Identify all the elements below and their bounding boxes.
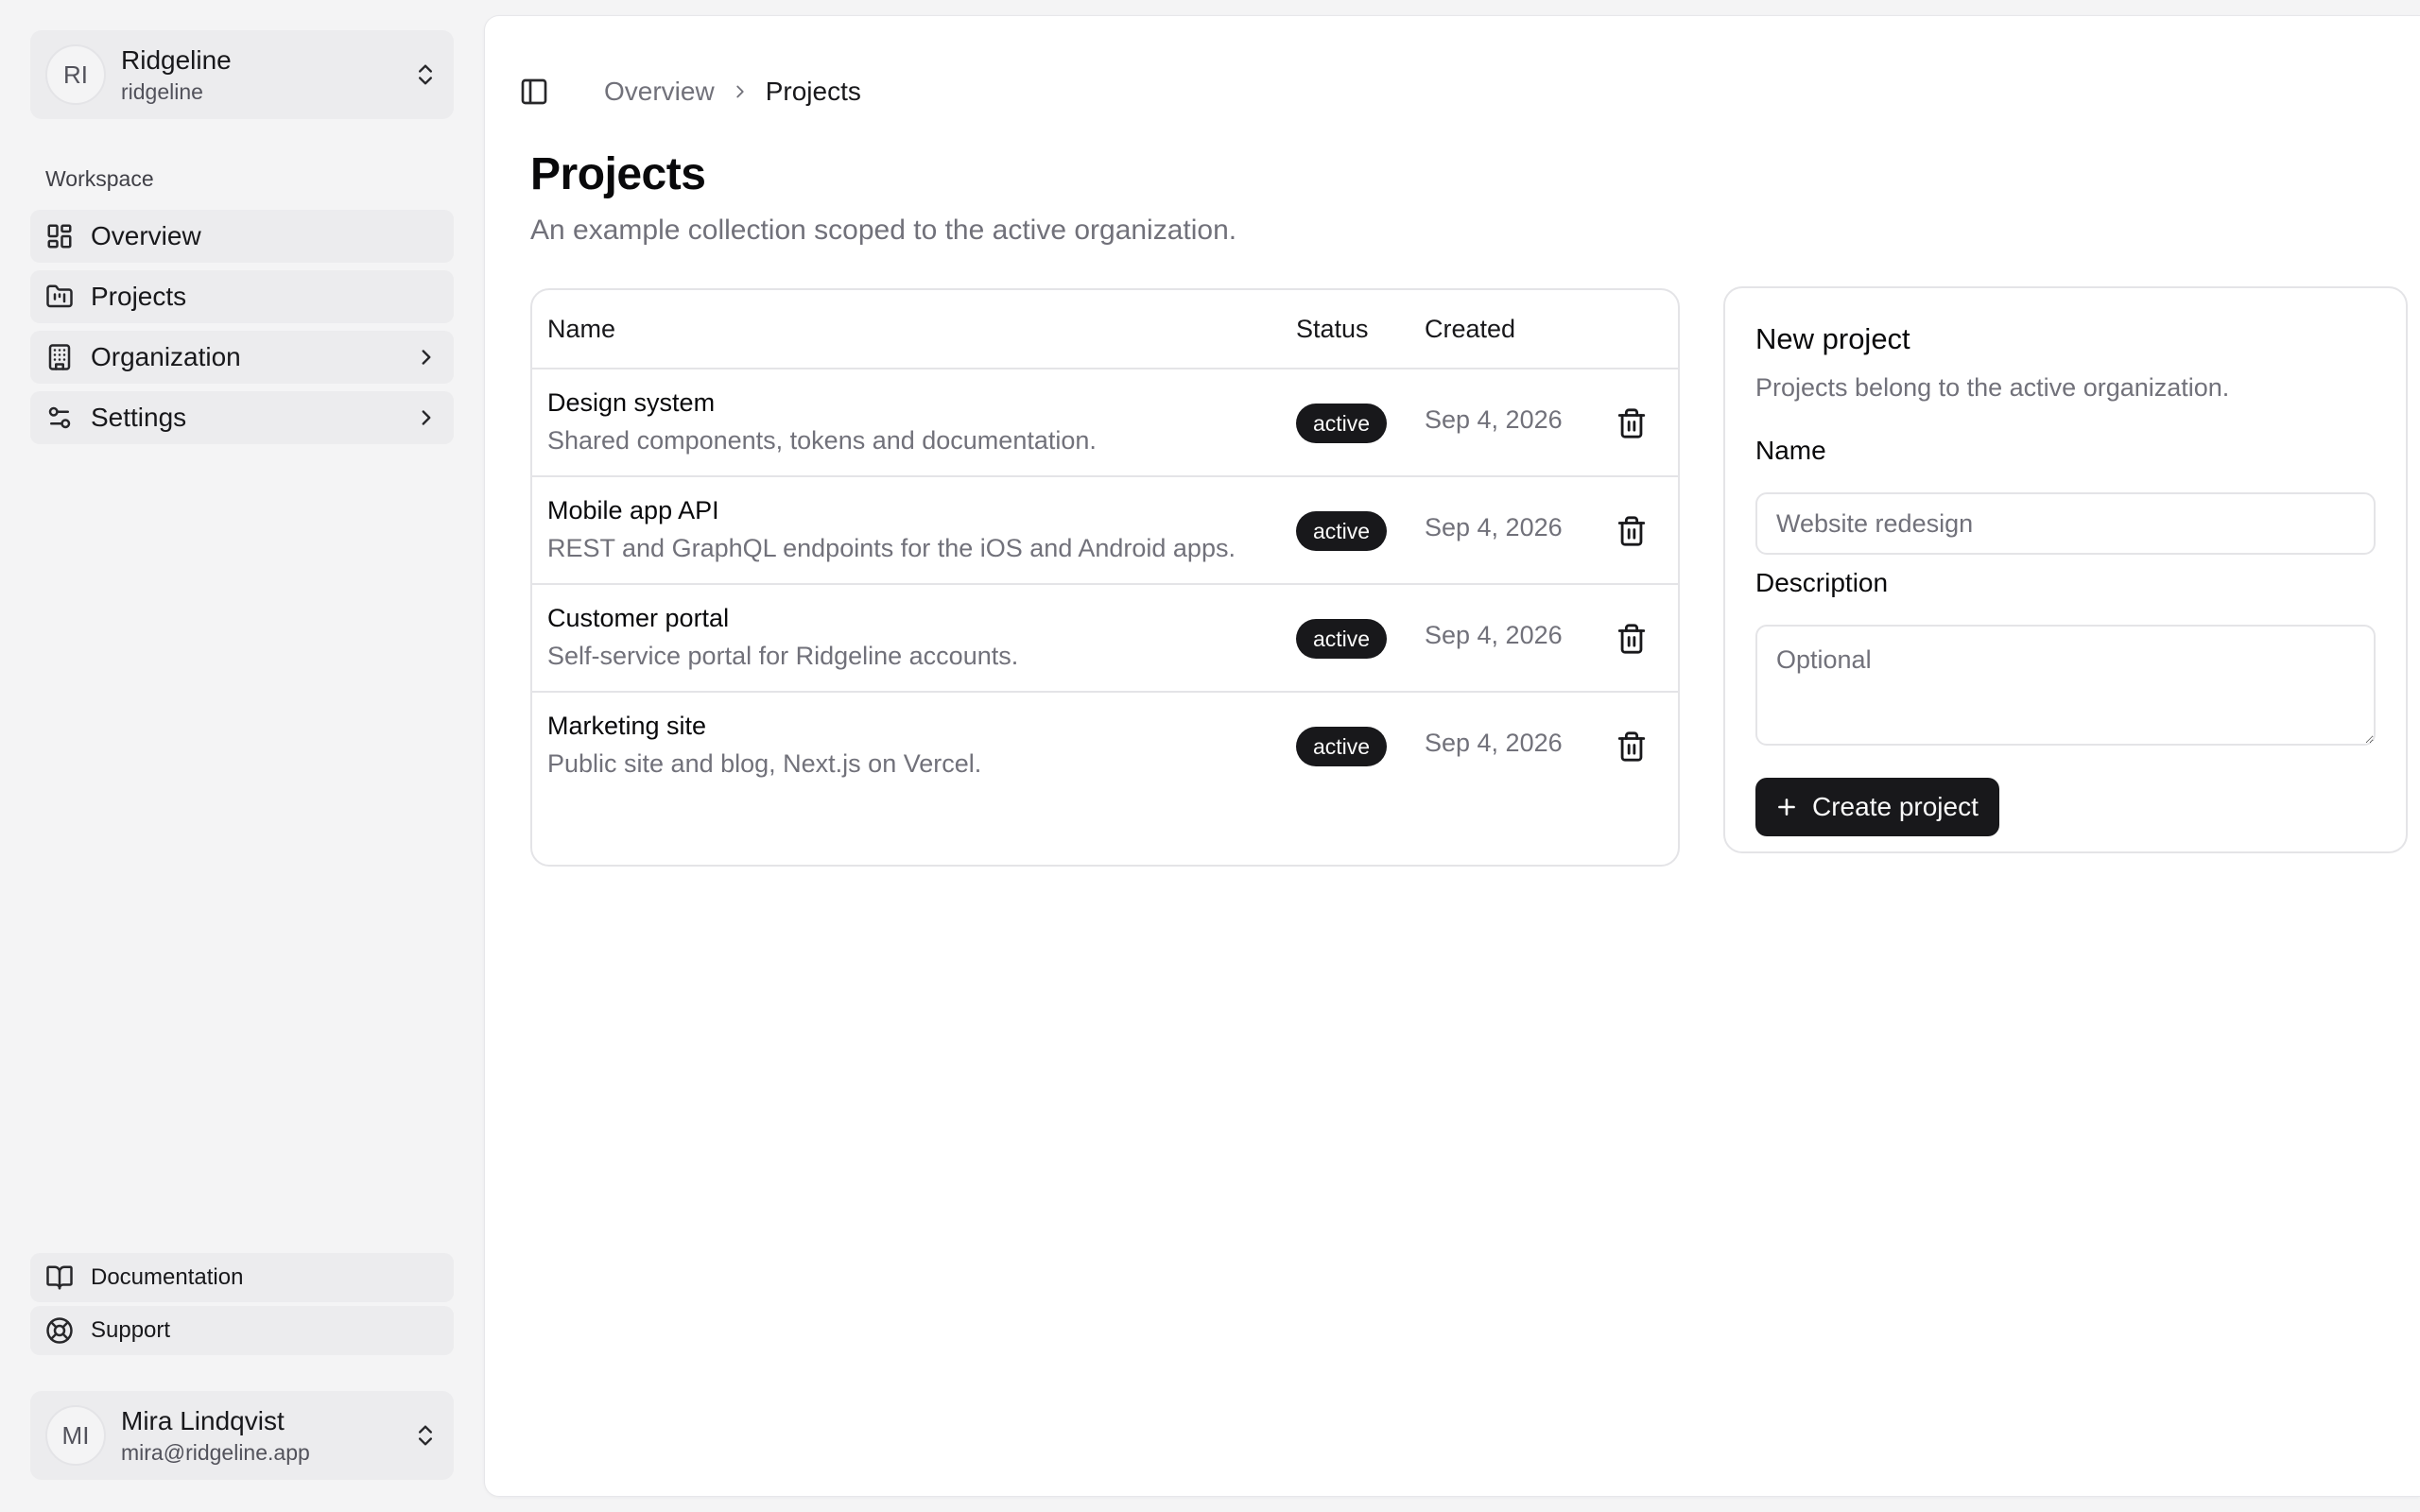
table-row: Mobile app API REST and GraphQL endpoint… (532, 477, 1678, 585)
support-link[interactable]: Support (30, 1306, 454, 1355)
org-slug: ridgeline (121, 79, 203, 104)
form-title: New project (1755, 322, 1910, 355)
support-label: Support (91, 1317, 171, 1343)
created-date: Sep 4, 2026 (1425, 513, 1563, 541)
breadcrumb-overview[interactable]: Overview (604, 77, 715, 107)
user-avatar: MI (45, 1405, 106, 1466)
name-field-label: Name (1755, 436, 1826, 465)
form-description: Projects belong to the active organizati… (1755, 373, 2230, 402)
trash-icon[interactable] (1616, 730, 1648, 763)
topbar: Overview Projects (519, 60, 861, 124)
projects-table: Name Status Created Design system Shared… (530, 288, 1680, 867)
user-switcher[interactable]: MI Mira Lindqvist mira@ridgeline.app (30, 1391, 454, 1480)
org-switcher-text: Ridgeline ridgeline (121, 43, 412, 106)
created-date: Sep 4, 2026 (1425, 621, 1563, 649)
project-description: Self-service portal for Ridgeline accoun… (547, 642, 1019, 670)
documentation-label: Documentation (91, 1264, 244, 1290)
user-switcher-text: Mira Lindqvist mira@ridgeline.app (121, 1404, 412, 1467)
column-header-name: Name (547, 314, 616, 343)
status-badge: active (1296, 727, 1388, 766)
breadcrumb-current: Projects (765, 77, 861, 106)
project-description-input[interactable] (1755, 625, 2376, 746)
main-panel: Overview Projects Projects An example co… (484, 15, 2420, 1497)
dashboard-icon (47, 224, 72, 249)
sidebar-item-label: Settings (91, 403, 187, 432)
sidebar: RI Ridgeline ridgeline Workspace Overvie… (0, 0, 484, 1512)
trash-icon[interactable] (1616, 515, 1648, 547)
chevron-right-icon (422, 410, 431, 425)
column-header-status: Status (1296, 314, 1369, 343)
project-name-input[interactable] (1755, 492, 2376, 555)
description-field-label: Description (1755, 568, 1889, 597)
chevron-right-icon (422, 350, 431, 365)
new-project-form: New project Projects belong to the activ… (1723, 286, 2408, 853)
table-header: Name Status Created (532, 290, 1678, 369)
created-date: Sep 4, 2026 (1425, 729, 1563, 757)
chevrons-up-down-icon (419, 64, 432, 85)
book-icon (46, 1265, 73, 1290)
create-project-label: Create project (1812, 792, 1979, 821)
sidebar-item-organization[interactable]: Organization (30, 331, 454, 384)
building-icon (48, 344, 71, 370)
chevrons-up-down-icon (419, 1425, 432, 1446)
column-header-created: Created (1425, 314, 1516, 343)
sidebar-item-overview[interactable]: Overview (30, 210, 454, 263)
sidebar-nav: Overview Projects Organization Settings (30, 210, 454, 452)
table-row: Marketing site Public site and blog, Nex… (532, 693, 1678, 800)
table-row: Design system Shared components, tokens … (532, 369, 1678, 477)
create-project-button[interactable]: Create project (1755, 778, 1999, 836)
chevron-right-icon (736, 85, 744, 98)
sidebar-item-label: Projects (91, 282, 187, 311)
org-avatar: RI (45, 44, 106, 105)
project-description: Shared components, tokens and documentat… (547, 426, 1097, 455)
page-title: Projects (530, 149, 706, 199)
trash-icon[interactable] (1616, 623, 1648, 655)
sidebar-item-projects[interactable]: Projects (30, 270, 454, 323)
sidebar-item-settings[interactable]: Settings (30, 391, 454, 444)
org-switcher[interactable]: RI Ridgeline ridgeline (30, 30, 454, 119)
project-name: Mobile app API (547, 496, 719, 524)
project-name: Marketing site (547, 712, 707, 740)
sidebar-footer-links: Documentation Support (30, 1253, 454, 1359)
sidebar-toggle-icon[interactable] (519, 77, 549, 107)
status-badge: active (1296, 511, 1388, 551)
sidebar-item-label: Organization (91, 342, 241, 371)
project-description: REST and GraphQL endpoints for the iOS a… (547, 534, 1236, 562)
sidebar-item-label: Overview (91, 221, 201, 250)
project-name: Customer portal (547, 604, 730, 632)
trash-icon[interactable] (1616, 407, 1648, 439)
documentation-link[interactable]: Documentation (30, 1253, 454, 1302)
user-name: Mira Lindqvist (121, 1406, 285, 1435)
plus-icon (1778, 799, 1795, 816)
page-description: An example collection scoped to the acti… (530, 215, 1237, 246)
folder-kanban-icon (46, 284, 73, 308)
breadcrumb: Overview Projects (604, 77, 861, 107)
lifebuoy-icon (46, 1317, 73, 1344)
created-date: Sep 4, 2026 (1425, 405, 1563, 434)
project-description: Public site and blog, Next.js on Vercel. (547, 749, 982, 778)
sliders-icon (48, 406, 71, 429)
status-badge: active (1296, 404, 1388, 443)
project-name: Design system (547, 388, 716, 417)
status-badge: active (1296, 619, 1388, 659)
table-row: Customer portal Self-service portal for … (532, 585, 1678, 693)
org-name: Ridgeline (121, 45, 232, 75)
nav-group-label: Workspace (45, 166, 154, 191)
user-email: mira@ridgeline.app (121, 1440, 310, 1465)
